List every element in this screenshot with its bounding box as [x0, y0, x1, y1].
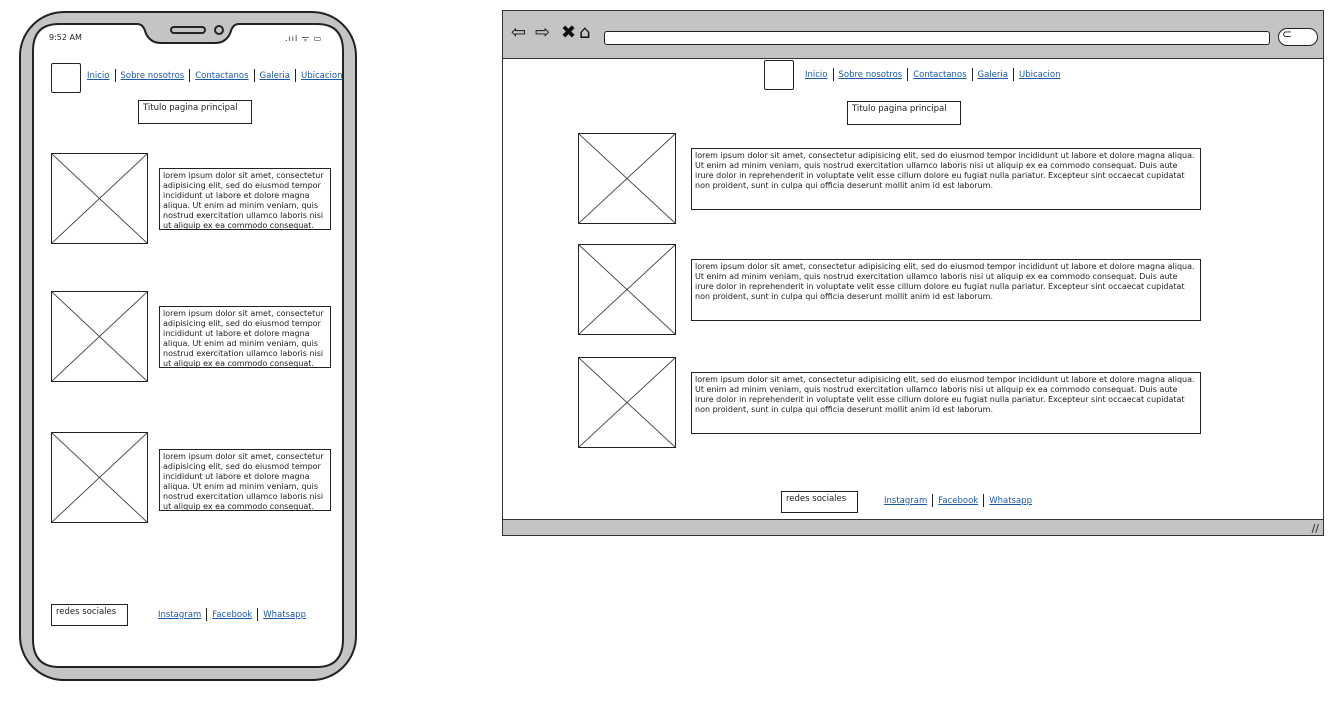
nav-contactanos[interactable]: Contactanos — [908, 70, 971, 80]
social-label: redes sociales — [781, 491, 858, 513]
page-title: Titulo pagina principal — [847, 101, 961, 125]
image-placeholder — [578, 357, 676, 448]
search-icon: ⊂ — [1282, 27, 1293, 41]
nav-contactanos[interactable]: Contactanos — [190, 71, 253, 81]
nav-ubicacion[interactable]: Ubicacion — [1014, 70, 1065, 80]
social-instagram[interactable]: Instagram — [879, 496, 932, 506]
status-time: 9:52 AM — [49, 33, 82, 42]
nav-ubicacion[interactable]: Ubicacion — [296, 71, 347, 81]
logo-placeholder — [764, 60, 794, 90]
browser-toolbar: ⇦ ⇨ ✖ ⌂ ⊂ — [503, 11, 1323, 59]
desktop-nav: Inicio Sobre nosotros Contactanos Galeri… — [800, 68, 1065, 81]
close-icon[interactable]: ✖ — [561, 23, 576, 43]
content-text: lorem ipsum dolor sit amet, consectetur … — [691, 372, 1201, 434]
image-placeholder — [51, 291, 148, 382]
image-placeholder — [51, 153, 148, 244]
content-text: lorem ipsum dolor sit amet, consectetur … — [159, 449, 331, 511]
social-facebook[interactable]: Facebook — [933, 496, 983, 506]
mobile-mockup: 9:52 AM .ııl ᯤ ▭ Inicio Sobre nosotros C… — [19, 11, 357, 681]
back-arrow-icon[interactable]: ⇦ — [511, 23, 526, 43]
home-icon[interactable]: ⌂ — [579, 23, 590, 43]
content-text: lorem ipsum dolor sit amet, consectetur … — [159, 306, 331, 368]
search-button[interactable]: ⊂ — [1278, 27, 1318, 46]
status-icons: .ııl ᯤ ▭ — [285, 34, 323, 43]
social-instagram[interactable]: Instagram — [153, 610, 206, 620]
content-text: lorem ipsum dolor sit amet, consectetur … — [691, 259, 1201, 321]
image-placeholder — [578, 133, 676, 224]
social-whatsapp[interactable]: Whatsapp — [258, 610, 311, 620]
mobile-social-links: Instagram Facebook Whatsapp — [153, 608, 311, 621]
forward-arrow-icon[interactable]: ⇨ — [535, 23, 550, 43]
browser-statusbar: // — [503, 519, 1323, 535]
image-placeholder — [578, 244, 676, 335]
mobile-nav: Inicio Sobre nosotros Contactanos Galeri… — [82, 69, 347, 82]
social-whatsapp[interactable]: Whatsapp — [984, 496, 1037, 506]
page-title: Titulo pagina principal — [138, 100, 252, 124]
resize-grip-icon[interactable]: // — [1312, 522, 1319, 535]
social-label: redes sociales — [51, 604, 128, 626]
nav-galeria[interactable]: Galeria — [973, 70, 1013, 80]
content-text: lorem ipsum dolor sit amet, consectetur … — [691, 148, 1201, 210]
nav-sobre-nosotros[interactable]: Sobre nosotros — [116, 71, 190, 81]
nav-sobre-nosotros[interactable]: Sobre nosotros — [834, 70, 908, 80]
desktop-mockup: ⇦ ⇨ ✖ ⌂ ⊂ Inicio Sobre nosotros Contacta… — [502, 10, 1324, 536]
content-text: lorem ipsum dolor sit amet, consectetur … — [159, 168, 331, 230]
nav-galeria[interactable]: Galeria — [255, 71, 295, 81]
image-placeholder — [51, 432, 148, 523]
desktop-social-links: Instagram Facebook Whatsapp — [879, 494, 1037, 507]
logo-placeholder — [51, 63, 81, 93]
url-bar[interactable] — [604, 31, 1270, 45]
nav-inicio[interactable]: Inicio — [800, 70, 833, 80]
nav-inicio[interactable]: Inicio — [82, 71, 115, 81]
social-facebook[interactable]: Facebook — [207, 610, 257, 620]
